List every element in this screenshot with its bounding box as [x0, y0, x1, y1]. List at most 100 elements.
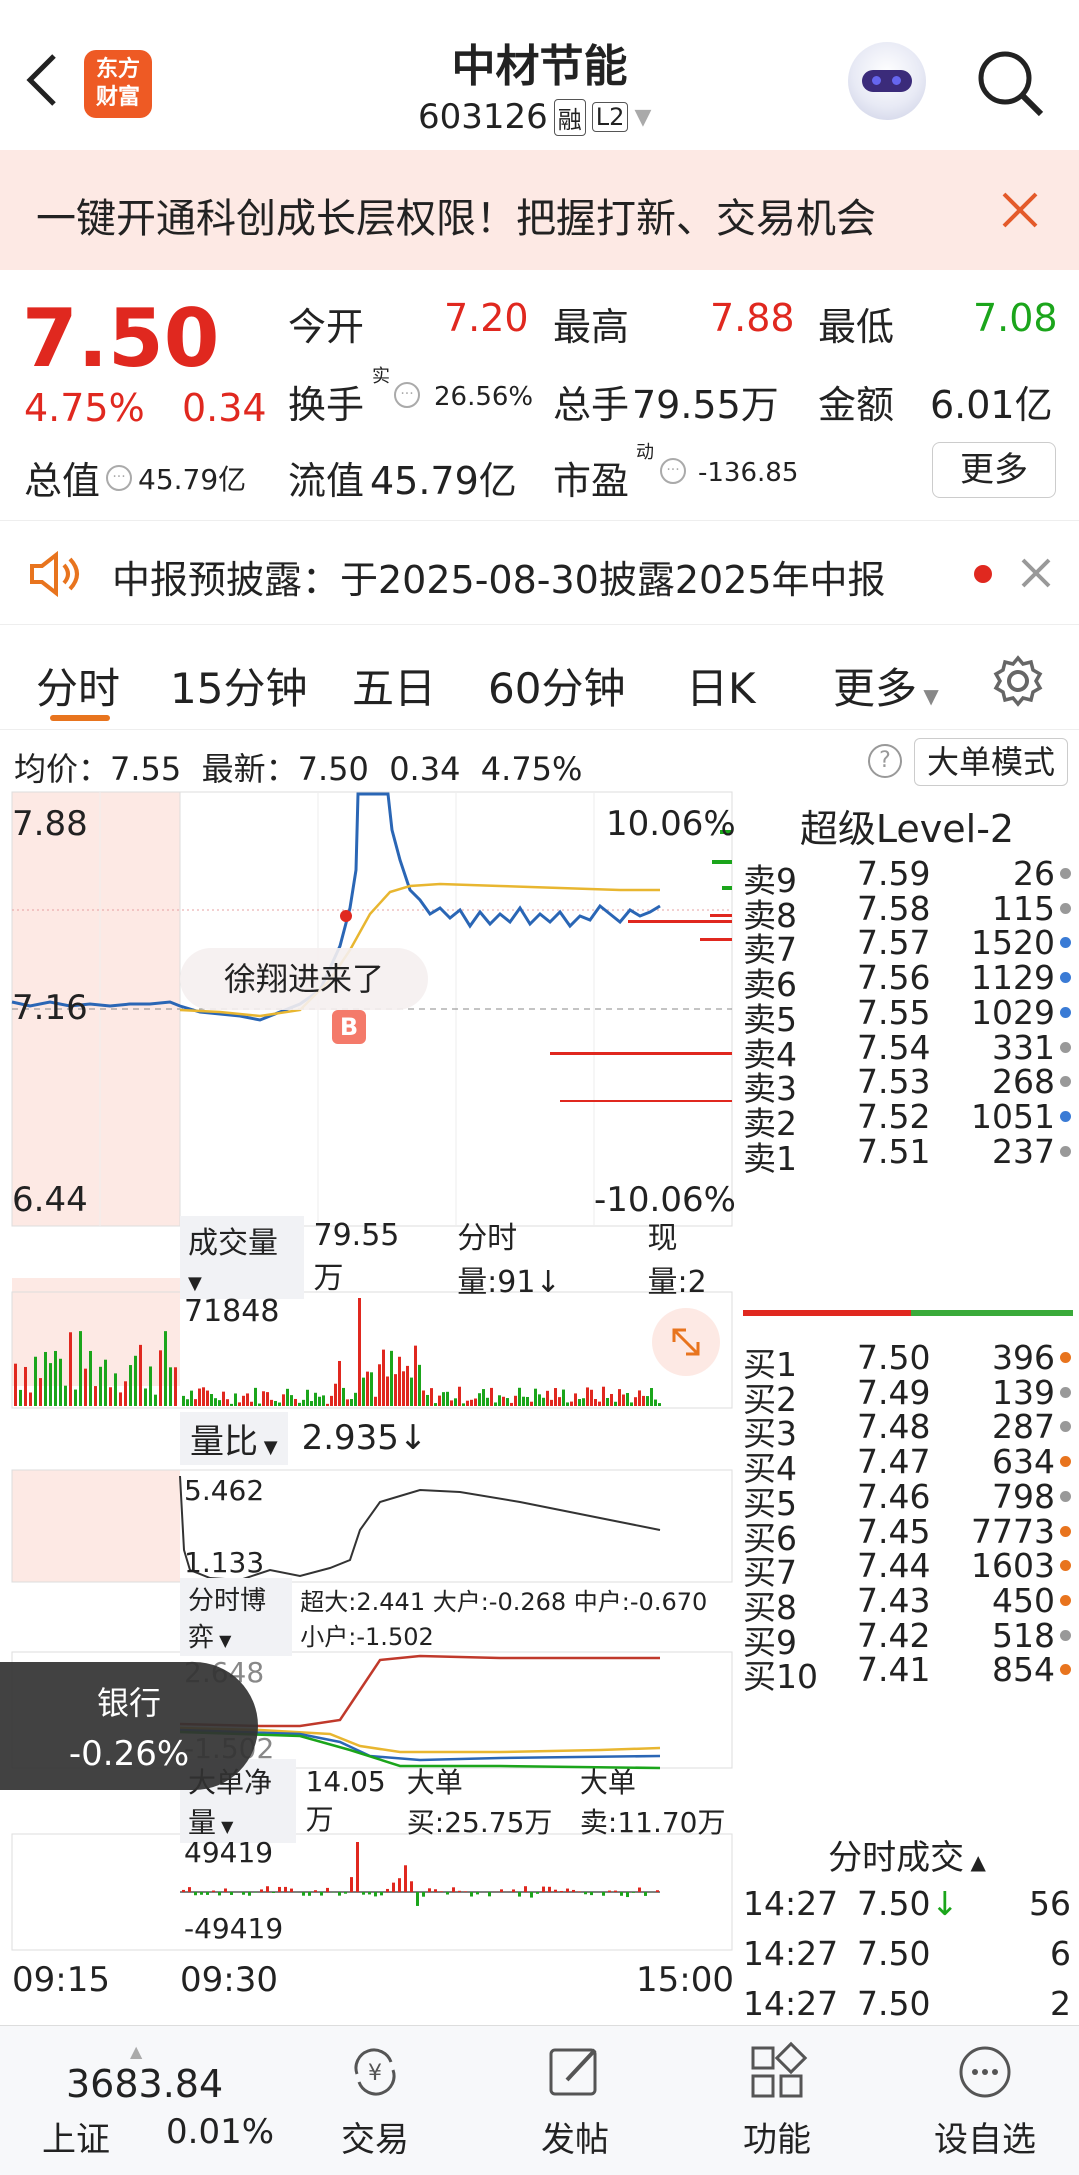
volume-bar — [454, 1398, 457, 1406]
bid-flag-dot — [1060, 1421, 1071, 1433]
bid-flag-dot — [1060, 1629, 1071, 1641]
volume-bar — [642, 1395, 645, 1406]
volume-bar — [538, 1394, 541, 1406]
robot-avatar-icon[interactable] — [848, 42, 926, 120]
info-icon[interactable]: ··· — [394, 382, 420, 408]
tab-daily-k[interactable]: 日K — [686, 655, 756, 716]
volume-bar — [462, 1403, 465, 1406]
bottom-nav: ▲ 3683.84 上证 0.01% ¥ 交易 发帖 功能 设自选 — [0, 2025, 1079, 2175]
volume-bar — [129, 1365, 132, 1406]
book-title[interactable]: 超级Level-2 — [735, 798, 1079, 853]
volume-bar — [614, 1401, 617, 1406]
tab-intraday[interactable]: 分时 — [36, 655, 120, 716]
tab-60min[interactable]: 60分钟 — [488, 655, 625, 716]
nav-function[interactable]: 功能 — [722, 2040, 832, 2164]
net-volume-bar — [308, 1892, 311, 1896]
volume-bar — [222, 1391, 225, 1406]
net-volume-bar — [476, 1892, 479, 1895]
gear-icon[interactable] — [990, 653, 1046, 709]
ask-flag-dot — [1060, 972, 1071, 984]
volume-bar — [658, 1403, 661, 1406]
volume-bar — [29, 1392, 32, 1406]
ask-row[interactable]: 卖1 7.51 237 — [735, 1128, 1079, 1178]
game-selector[interactable]: 分时博弈 ▼ — [180, 1578, 293, 1656]
help-icon[interactable]: ? — [868, 744, 902, 778]
close-icon[interactable] — [1020, 557, 1052, 589]
buy-marker[interactable]: B — [332, 1010, 366, 1044]
big-order-mode-button[interactable]: 大单模式 — [914, 738, 1068, 786]
avg-price-text: 均价：7.55 最新：7.50 0.34 4.75% — [14, 750, 583, 788]
volume-bar — [64, 1385, 67, 1406]
volume-bar — [422, 1390, 425, 1406]
nav-trade[interactable]: ¥ 交易 — [320, 2040, 430, 2164]
ask-flag-dot — [1060, 1006, 1071, 1018]
notice-bar[interactable]: 中报预披露：于2025-08-30披露2025年中报 — [0, 520, 1079, 625]
turnover-value: 26.56% — [434, 382, 534, 412]
volume-bar — [182, 1395, 185, 1406]
nav-post[interactable]: 发帖 — [520, 2040, 630, 2164]
volume-bar — [354, 1392, 357, 1406]
sector-toast[interactable]: 银行 -0.26% — [0, 1662, 258, 1790]
bid-row[interactable]: 买10 7.41 854 — [735, 1646, 1079, 1696]
index-widget[interactable]: ▲ 3683.84 上证 0.01% — [30, 2042, 290, 2162]
volume-bar — [206, 1390, 209, 1406]
vol-selector[interactable]: 成交量 ▼ — [180, 1215, 304, 1299]
tick-volume: 2 — [1050, 1984, 1071, 2023]
book-divider — [911, 1310, 1073, 1316]
promo-banner[interactable]: 一键开通科创成长层权限！把握打新、交易机会 — [0, 150, 1079, 270]
volume-bar — [314, 1392, 317, 1406]
net-volume-bar — [350, 1877, 353, 1892]
open-label: 今开 — [288, 305, 365, 349]
net-volume-bar — [266, 1886, 269, 1892]
ticks-header[interactable]: 分时成交 ▲ — [735, 1830, 1079, 1879]
price-axis-bottom: 6.44 — [12, 1180, 88, 1220]
net-volume-bar — [242, 1892, 245, 1895]
tab-5day[interactable]: 五日 — [352, 655, 436, 716]
volume-bar — [274, 1400, 277, 1406]
search-icon[interactable] — [975, 48, 1047, 120]
stock-code-row[interactable]: 603126 融 L2 ▼ — [418, 95, 651, 139]
net-sell: 大单卖:11.70万 — [579, 1766, 726, 1839]
info-icon[interactable]: ··· — [660, 458, 686, 484]
volume-bar — [226, 1399, 229, 1406]
info-icon[interactable]: ··· — [106, 464, 133, 491]
volume-bar — [518, 1387, 521, 1406]
net-volume-bar — [446, 1892, 449, 1895]
nav-post-label: 发帖 — [541, 2120, 609, 2160]
volume-bar — [522, 1396, 525, 1406]
nav-watchlist[interactable]: 设自选 — [920, 2040, 1050, 2164]
more-button[interactable]: 更多 — [932, 442, 1056, 498]
close-icon[interactable] — [1000, 190, 1040, 230]
ask-price: 7.51 — [857, 1131, 931, 1171]
volume-bar — [610, 1393, 613, 1406]
volume-bar — [218, 1400, 221, 1406]
margin-badge: 融 — [553, 98, 586, 136]
volume-bar — [358, 1298, 361, 1406]
volume-bar — [622, 1394, 625, 1406]
sector-change: -0.26% — [68, 1734, 190, 1774]
volume-bar — [390, 1350, 393, 1406]
net-volume-bar — [614, 1890, 617, 1892]
net-volume-bar — [440, 1891, 443, 1892]
volume-bar — [282, 1394, 285, 1406]
change-amt: 0.34 — [182, 386, 267, 430]
volume-bar — [418, 1364, 421, 1406]
volume-bar — [498, 1395, 501, 1406]
vol-now: 现量:2 — [647, 1221, 707, 1300]
net-volume-bar — [212, 1890, 215, 1892]
ask-flag-dot — [1060, 868, 1071, 879]
svg-text:¥: ¥ — [368, 2061, 382, 2086]
expand-icon[interactable] — [652, 1308, 720, 1376]
vol-total: 79.55万 — [313, 1217, 400, 1296]
intraday-chart[interactable]: 7.88 7.16 6.44 10.06% -10.06% 徐翔进来了 B 成交… — [0, 790, 736, 2000]
comment-bubble[interactable]: 徐翔进来了 — [180, 948, 428, 1010]
volume-bar — [186, 1399, 189, 1406]
net-volume-bar — [554, 1889, 557, 1892]
volume-bar — [650, 1388, 653, 1406]
ratio-selector[interactable]: 量比 ▼ — [180, 1411, 288, 1465]
volume-bar — [346, 1399, 349, 1406]
tab-more[interactable]: 更多 ▼ — [833, 655, 939, 716]
nav-function-label: 功能 — [743, 2120, 811, 2160]
volume-bar — [506, 1398, 509, 1406]
tab-15min[interactable]: 15分钟 — [170, 655, 307, 716]
